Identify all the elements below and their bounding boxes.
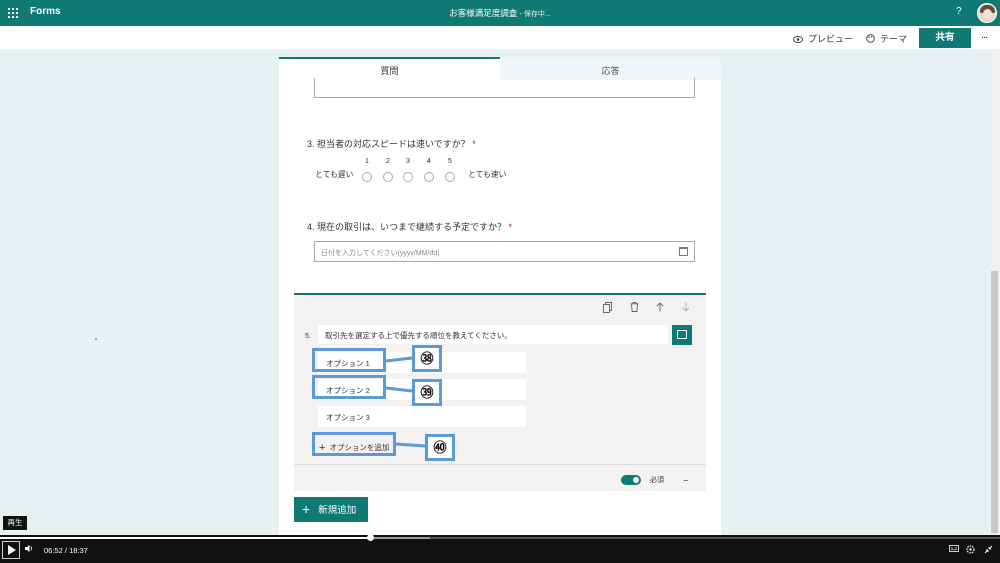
seek-bar[interactable]: [0, 534, 1000, 541]
time-separator: /: [64, 546, 67, 555]
current-time: 06:52: [44, 546, 63, 555]
callout-40: ㊵: [425, 434, 455, 461]
plus-icon: +: [302, 501, 311, 517]
seek-bar-played: [0, 537, 370, 539]
exit-fullscreen-icon[interactable]: [984, 545, 993, 556]
add-new-button[interactable]: + 新規追加: [294, 497, 368, 522]
time-display: 06:52 / 18:37: [44, 546, 88, 555]
captions-icon[interactable]: [949, 545, 959, 554]
callout-39: ㊴: [412, 379, 442, 406]
video-player-controls: [0, 535, 1000, 563]
volume-icon[interactable]: [25, 545, 33, 554]
callout-38: ㊳: [412, 345, 442, 372]
seek-handle[interactable]: [367, 534, 374, 541]
callout-connectors: [385, 356, 426, 448]
duration: 18:37: [69, 546, 88, 555]
add-new-label: 新規追加: [318, 505, 357, 516]
play-tooltip: 再生: [3, 516, 27, 530]
play-button[interactable]: [2, 541, 20, 559]
settings-icon[interactable]: [966, 545, 975, 556]
